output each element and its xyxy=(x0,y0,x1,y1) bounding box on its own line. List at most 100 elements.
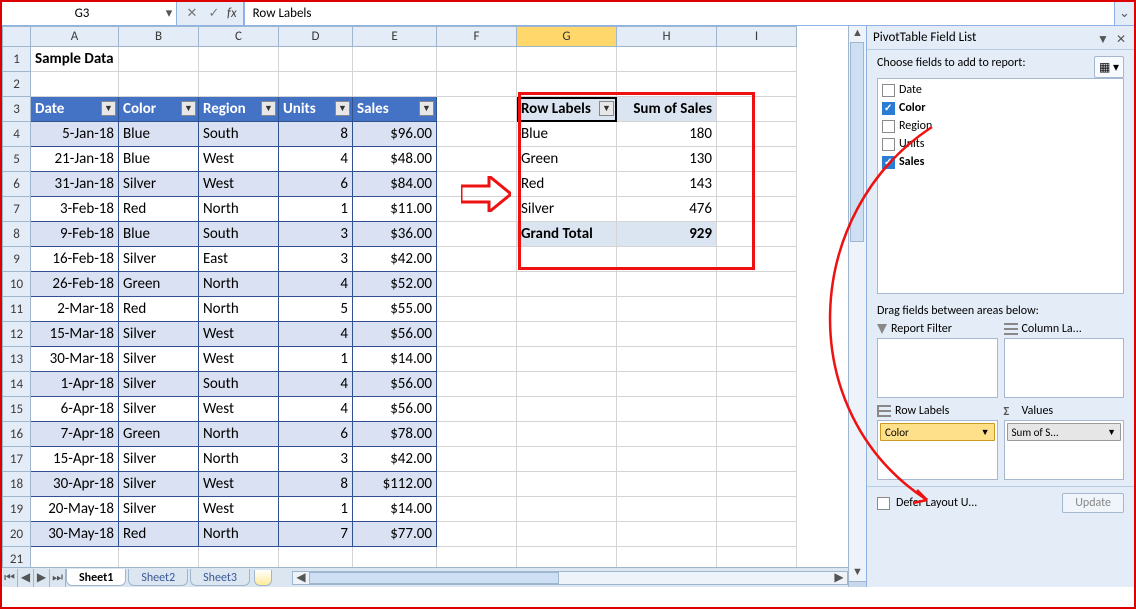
formula-input[interactable]: Row Labels xyxy=(244,2,1114,25)
cell[interactable] xyxy=(517,422,617,447)
table-cell[interactable]: 3-Feb-18 xyxy=(31,197,119,222)
cell[interactable] xyxy=(517,347,617,372)
table-cell[interactable]: 2-Mar-18 xyxy=(31,297,119,322)
cell[interactable] xyxy=(617,347,717,372)
table-cell[interactable]: 4 xyxy=(279,322,353,347)
cell[interactable] xyxy=(517,547,617,568)
table-cell[interactable]: East xyxy=(199,247,279,272)
cell[interactable] xyxy=(437,547,517,568)
vscroll-up-icon[interactable]: ▲ xyxy=(852,26,863,42)
cell[interactable] xyxy=(617,547,717,568)
tab-nav-first-icon[interactable]: ⏮ xyxy=(2,569,18,587)
field-date[interactable]: Date xyxy=(880,81,1121,99)
cell[interactable] xyxy=(617,497,717,522)
cell[interactable] xyxy=(119,47,199,72)
row-header-9[interactable]: 9 xyxy=(3,247,31,272)
table-cell[interactable]: $77.00 xyxy=(353,522,437,547)
row-header-15[interactable]: 15 xyxy=(3,397,31,422)
table-cell[interactable]: 1 xyxy=(279,347,353,372)
table-cell[interactable]: North xyxy=(199,422,279,447)
table-cell[interactable]: Red xyxy=(119,297,199,322)
row-header-20[interactable]: 20 xyxy=(3,522,31,547)
cell[interactable] xyxy=(517,47,617,72)
cell[interactable] xyxy=(279,547,353,568)
table-cell[interactable]: West xyxy=(199,322,279,347)
chevron-down-icon[interactable]: ▼ xyxy=(1107,427,1116,438)
row-header-8[interactable]: 8 xyxy=(3,222,31,247)
table-cell[interactable]: Silver xyxy=(119,497,199,522)
table-cell[interactable]: North xyxy=(199,522,279,547)
cell[interactable] xyxy=(517,472,617,497)
table-cell[interactable]: South xyxy=(199,372,279,397)
table-cell[interactable]: 1 xyxy=(279,497,353,522)
cell[interactable] xyxy=(31,72,119,97)
cell[interactable] xyxy=(717,447,797,472)
tab-nav-prev-icon[interactable]: ◀ xyxy=(18,569,34,587)
table-cell[interactable]: Red xyxy=(119,522,199,547)
table-cell[interactable]: 8 xyxy=(279,122,353,147)
field-color[interactable]: Color xyxy=(880,99,1121,117)
field-region[interactable]: Region xyxy=(880,117,1121,135)
sheet-tab-sheet2[interactable]: Sheet2 xyxy=(128,569,188,586)
table-cell[interactable]: 30-May-18 xyxy=(31,522,119,547)
vscroll-split[interactable] xyxy=(849,581,867,587)
new-sheet-button[interactable] xyxy=(254,570,272,586)
cell[interactable] xyxy=(517,297,617,322)
table-cell[interactable]: $56.00 xyxy=(353,397,437,422)
hscroll-right-icon[interactable]: ▶ xyxy=(831,570,847,585)
filter-dropdown-icon[interactable]: ▼ xyxy=(261,101,276,116)
area-columns-box[interactable] xyxy=(1004,338,1125,398)
tab-nav-last-icon[interactable]: ⏭ xyxy=(50,569,66,587)
cell[interactable] xyxy=(717,547,797,568)
filter-dropdown-icon[interactable]: ▼ xyxy=(335,101,350,116)
cell[interactable] xyxy=(437,372,517,397)
cell[interactable] xyxy=(437,147,517,172)
table-cell[interactable]: $14.00 xyxy=(353,497,437,522)
filter-dropdown-icon[interactable]: ▼ xyxy=(181,101,196,116)
checkbox-units[interactable] xyxy=(882,138,895,151)
row-header-14[interactable]: 14 xyxy=(3,372,31,397)
cell[interactable] xyxy=(717,297,797,322)
table-cell[interactable]: 20-May-18 xyxy=(31,497,119,522)
table-cell[interactable]: Silver xyxy=(119,397,199,422)
cell[interactable] xyxy=(437,347,517,372)
table-cell[interactable]: 21-Jan-18 xyxy=(31,147,119,172)
checkbox-color[interactable] xyxy=(882,102,895,115)
cell[interactable] xyxy=(31,547,119,568)
cell[interactable] xyxy=(517,372,617,397)
cell[interactable] xyxy=(717,322,797,347)
table-cell[interactable]: 5-Jan-18 xyxy=(31,122,119,147)
table-cell[interactable]: Blue xyxy=(119,222,199,247)
table-cell[interactable]: Silver xyxy=(119,472,199,497)
table-cell[interactable]: 8 xyxy=(279,472,353,497)
table-cell[interactable]: 7-Apr-18 xyxy=(31,422,119,447)
row-header-13[interactable]: 13 xyxy=(3,347,31,372)
update-button[interactable]: Update xyxy=(1062,493,1124,513)
vscroll-down-icon[interactable]: ▼ xyxy=(852,565,863,581)
cell[interactable] xyxy=(437,72,517,97)
row-header-5[interactable]: 5 xyxy=(3,147,31,172)
row-header-18[interactable]: 18 xyxy=(3,472,31,497)
table-cell[interactable]: North xyxy=(199,272,279,297)
sheet-tab-sheet1[interactable]: Sheet1 xyxy=(66,569,126,586)
table-cell[interactable]: 4 xyxy=(279,397,353,422)
fx-icon[interactable]: fx xyxy=(227,6,237,21)
cell[interactable] xyxy=(437,97,517,122)
table-header-color[interactable]: Color▼ xyxy=(119,97,199,122)
checkbox-region[interactable] xyxy=(882,120,895,133)
cell[interactable] xyxy=(437,272,517,297)
filter-dropdown-icon[interactable]: ▼ xyxy=(101,101,116,116)
row-header-19[interactable]: 19 xyxy=(3,497,31,522)
table-header-units[interactable]: Units▼ xyxy=(279,97,353,122)
tab-nav-next-icon[interactable]: ▶ xyxy=(34,569,50,587)
table-cell[interactable]: 30-Mar-18 xyxy=(31,347,119,372)
table-cell[interactable]: 3 xyxy=(279,222,353,247)
table-cell[interactable]: Silver xyxy=(119,322,199,347)
cell[interactable] xyxy=(717,47,797,72)
vscrollbar[interactable]: ▲ ▼ xyxy=(848,26,866,587)
row-header-4[interactable]: 4 xyxy=(3,122,31,147)
cell[interactable] xyxy=(119,547,199,568)
row-header-6[interactable]: 6 xyxy=(3,172,31,197)
table-cell[interactable]: Blue xyxy=(119,122,199,147)
table-cell[interactable]: $96.00 xyxy=(353,122,437,147)
